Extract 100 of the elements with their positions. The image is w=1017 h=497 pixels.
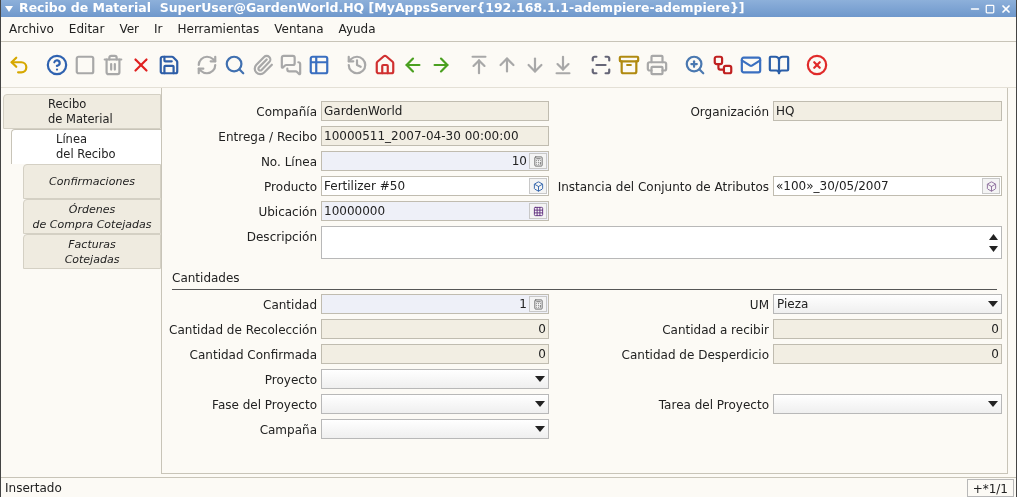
table-icon <box>308 53 330 76</box>
menu-item[interactable]: Ventana <box>274 20 324 38</box>
menu-item[interactable]: Herramientas <box>177 20 260 38</box>
help-icon <box>46 53 68 76</box>
input-field[interactable]: 0 <box>321 319 549 339</box>
zoom-icon <box>684 53 706 76</box>
field-label: Cantidad de Desperdicio <box>620 347 769 364</box>
exit-icon <box>806 53 828 76</box>
record-indicator[interactable]: +*1/1 <box>966 478 1014 497</box>
description-field[interactable] <box>321 226 1002 259</box>
field-label: Instancia del Conjunto de Atributos <box>556 179 769 196</box>
calculator-icon <box>532 298 544 310</box>
field-label: Fase del Proyecto <box>211 397 317 414</box>
scanner-icon <box>590 53 612 76</box>
home-icon <box>374 53 396 76</box>
tab[interactable]: Órdenes de Compra Cotejadas <box>23 199 161 234</box>
spinner-icon[interactable] <box>987 233 999 252</box>
input-field[interactable]: 10000000 <box>321 201 549 221</box>
clock-icon <box>346 53 368 76</box>
field-label: Compañía <box>255 104 317 121</box>
dropdown[interactable] <box>773 394 1002 414</box>
dropdown[interactable] <box>321 419 549 439</box>
field-value: 0 <box>990 323 1000 335</box>
printer-icon <box>646 53 668 76</box>
field-value: 10000000 <box>323 205 387 217</box>
field-value: 0 <box>990 348 1000 360</box>
input-field[interactable]: 10000511_2007-04-30 00:00:00 <box>321 126 549 146</box>
box-icon <box>532 180 544 192</box>
field-label: Descripción <box>245 229 317 246</box>
book-icon <box>768 53 790 76</box>
dropdown[interactable] <box>321 394 549 414</box>
dropdown[interactable]: Pieza <box>773 294 1002 314</box>
field-value: HQ <box>775 105 796 117</box>
field-label: Tarea del Proyecto <box>657 397 769 414</box>
input-field[interactable]: 0 <box>773 344 1002 364</box>
input-field[interactable]: Fertilizer #50 <box>321 176 549 196</box>
input-field[interactable]: «100»_30/05/2007 <box>773 176 1002 196</box>
paperclip-icon <box>252 53 274 76</box>
tab[interactable]: Recibo de Material <box>3 94 161 129</box>
field-label: Ubicación <box>257 204 317 221</box>
field-label: Cantidad <box>262 297 317 314</box>
box-icon <box>985 180 997 192</box>
input-field[interactable]: 10 <box>321 151 549 171</box>
dropdown-arrow-icon <box>535 376 545 382</box>
input-field[interactable]: HQ <box>773 101 1002 121</box>
field-value: Fertilizer #50 <box>323 180 407 192</box>
dropdown[interactable] <box>321 369 549 389</box>
window-menu-icon[interactable] <box>5 5 13 12</box>
input-field[interactable]: 0 <box>321 344 549 364</box>
dropdown-arrow-icon <box>988 301 998 307</box>
status-message: Insertado <box>4 479 63 497</box>
menu-item[interactable]: Archivo <box>9 20 54 38</box>
field-label: No. Línea <box>259 154 317 171</box>
tab[interactable]: Facturas Cotejadas <box>23 234 161 269</box>
field-label: Cantidad a recibir <box>661 322 769 339</box>
field-value: 1 <box>518 298 528 310</box>
field-label: Entrega / Recibo <box>217 129 317 146</box>
menu-item[interactable]: Ayuda <box>338 20 376 38</box>
tab[interactable]: Línea del Recibo <box>11 129 161 164</box>
field-value: 10000511_2007-04-30 00:00:00 <box>323 130 520 142</box>
menu-item[interactable]: Ver <box>119 20 139 38</box>
field-value: 0 <box>537 348 547 360</box>
field-label: Cantidad de Recolección <box>168 322 317 339</box>
field-label: UM <box>748 297 769 314</box>
field-button[interactable] <box>529 178 547 194</box>
search-icon <box>224 53 246 76</box>
refresh-icon <box>196 53 218 76</box>
section-heading: Cantidades <box>172 271 240 285</box>
input-field[interactable]: 0 <box>773 319 1002 339</box>
field-label: Producto <box>263 179 317 196</box>
field-button[interactable] <box>529 296 547 312</box>
dropdown-arrow-icon <box>535 401 545 407</box>
field-label: Proyecto <box>263 372 317 389</box>
field-value: 10 <box>510 155 528 167</box>
cabinet-icon <box>618 53 640 76</box>
input-field[interactable]: GardenWorld <box>321 101 549 121</box>
maximize-icon[interactable] <box>985 3 995 14</box>
dropdown-value: Pieza <box>777 297 809 311</box>
chat-icon <box>280 53 302 76</box>
square-icon <box>74 53 96 76</box>
field-value: GardenWorld <box>323 105 404 117</box>
input-field[interactable]: 1 <box>321 294 549 314</box>
tab[interactable]: Confirmaciones <box>23 164 161 199</box>
menu-item[interactable]: Ir <box>154 20 163 38</box>
field-label: Cantidad Confirmada <box>188 347 317 364</box>
grid-icon <box>532 205 544 217</box>
field-button[interactable] <box>982 178 1000 194</box>
field-value: «100»_30/05/2007 <box>775 180 890 192</box>
calculator-icon <box>532 155 544 167</box>
field-button[interactable] <box>529 203 547 219</box>
menu-item[interactable]: Editar <box>68 20 105 38</box>
field-button[interactable] <box>529 153 547 169</box>
field-label: Organización <box>689 104 769 121</box>
dropdown-arrow-icon <box>988 401 998 407</box>
field-label: Campaña <box>258 422 317 439</box>
trash-icon <box>102 53 124 76</box>
close-icon[interactable] <box>1000 2 1012 15</box>
window-title: Recibo de Material SuperUser@GardenWorld.HQ [MyAppsServer{192.168.1.1-adempiere-adempiere}] <box>19 0 746 18</box>
dropdown-arrow-icon <box>535 426 545 432</box>
workflow-icon <box>712 53 734 76</box>
